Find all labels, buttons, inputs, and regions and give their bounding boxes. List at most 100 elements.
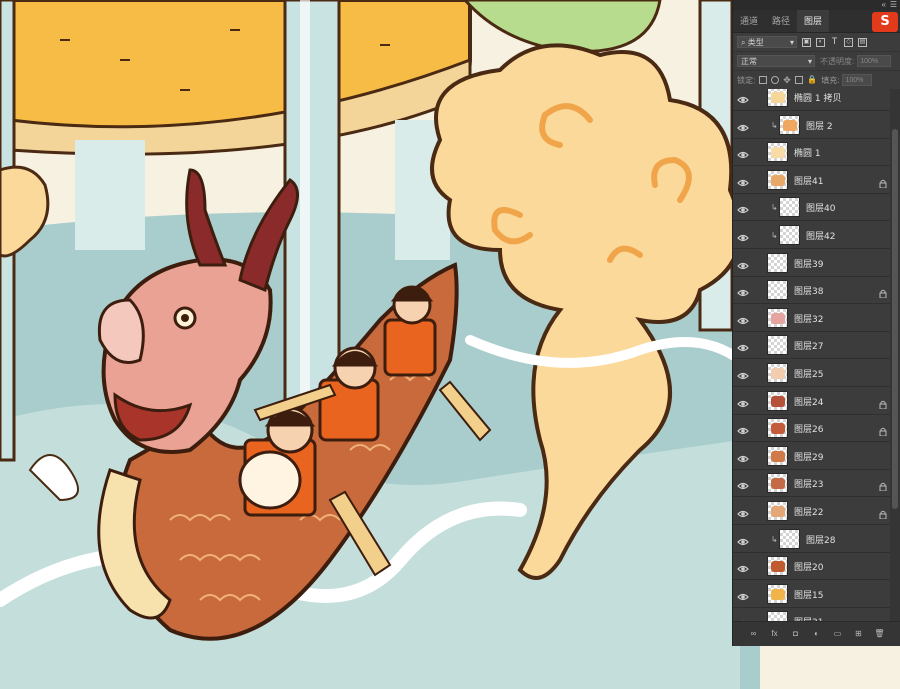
- layer-row[interactable]: 椭圆 1: [733, 139, 891, 166]
- layer-row[interactable]: 图层39: [733, 250, 891, 277]
- filter-type-select[interactable]: ⌕ 类型 ▾: [737, 36, 797, 48]
- layer-row[interactable]: ↳ 图层28: [733, 526, 891, 553]
- lock-artboard-icon[interactable]: [795, 76, 804, 84]
- visibility-eye-icon[interactable]: [737, 258, 749, 270]
- layer-thumbnail[interactable]: [767, 363, 788, 383]
- visibility-eye-icon[interactable]: [737, 534, 749, 546]
- panel-menu-icon[interactable]: ☰: [890, 0, 897, 10]
- layer-thumbnail[interactable]: [767, 308, 788, 328]
- visibility-eye-icon[interactable]: [737, 285, 749, 297]
- layer-name[interactable]: 椭圆 1: [794, 146, 821, 159]
- layer-thumbnail[interactable]: [767, 501, 788, 521]
- layer-name[interactable]: 图层42: [806, 229, 835, 242]
- visibility-eye-icon[interactable]: [737, 147, 749, 159]
- lock-transparent-icon[interactable]: [759, 76, 768, 84]
- layer-row[interactable]: 图层15: [733, 581, 891, 608]
- visibility-eye-icon[interactable]: [737, 313, 749, 325]
- visibility-eye-icon[interactable]: [737, 202, 749, 214]
- layer-name[interactable]: 图层26: [794, 422, 823, 435]
- layer-name[interactable]: 图层24: [794, 395, 823, 408]
- layer-row[interactable]: 椭圆 1 拷贝: [733, 89, 891, 111]
- lock-image-icon[interactable]: [771, 76, 780, 84]
- layer-row[interactable]: ↳ 图层40: [733, 194, 891, 221]
- layer-thumbnail[interactable]: [767, 335, 788, 355]
- layer-name[interactable]: 图层20: [794, 560, 823, 573]
- layer-name[interactable]: 图层23: [794, 477, 823, 490]
- visibility-eye-icon[interactable]: [737, 451, 749, 463]
- layer-name[interactable]: 图层41: [794, 174, 823, 187]
- layer-row[interactable]: 图层27: [733, 332, 891, 359]
- layer-thumbnail[interactable]: [767, 418, 788, 438]
- layer-thumbnail[interactable]: [767, 253, 788, 273]
- layer-name[interactable]: 图层39: [794, 257, 823, 270]
- layer-name[interactable]: 椭圆 1 拷贝: [794, 91, 841, 104]
- collapse-panel-icon[interactable]: «: [882, 0, 886, 10]
- layer-row[interactable]: 图层22: [733, 498, 891, 525]
- layer-thumbnail[interactable]: [767, 584, 788, 604]
- lock-all-icon[interactable]: 🔒: [807, 76, 817, 84]
- layer-row[interactable]: 图层32: [733, 305, 891, 332]
- layer-row[interactable]: 图层20: [733, 553, 891, 580]
- layer-name[interactable]: 图层22: [794, 505, 823, 518]
- new-layer-icon[interactable]: ⊞: [853, 628, 865, 640]
- layer-name[interactable]: 图层15: [794, 588, 823, 601]
- layer-thumbnail[interactable]: [779, 225, 800, 245]
- link-layers-icon[interactable]: ∞: [748, 628, 760, 640]
- layer-name[interactable]: 图层25: [794, 367, 823, 380]
- layer-thumbnail[interactable]: [767, 142, 788, 162]
- visibility-eye-icon[interactable]: [737, 561, 749, 573]
- layer-name[interactable]: 图层40: [806, 201, 835, 214]
- visibility-eye-icon[interactable]: [737, 120, 749, 132]
- visibility-eye-icon[interactable]: [737, 589, 749, 601]
- layer-thumbnail[interactable]: [779, 115, 800, 135]
- layer-name[interactable]: 图层28: [806, 533, 835, 546]
- shape-filter-icon[interactable]: ◇: [844, 37, 853, 47]
- layer-thumbnail[interactable]: [767, 473, 788, 493]
- visibility-eye-icon[interactable]: [737, 368, 749, 380]
- layer-name[interactable]: 图层32: [794, 312, 823, 325]
- visibility-eye-icon[interactable]: [737, 175, 749, 187]
- pixel-filter-icon[interactable]: ▣: [802, 37, 811, 47]
- tab-1[interactable]: 路径: [765, 10, 797, 32]
- visibility-eye-icon[interactable]: [737, 478, 749, 490]
- adjustment-filter-icon[interactable]: ◐: [816, 37, 825, 47]
- layer-row[interactable]: 图层23: [733, 470, 891, 497]
- visibility-eye-icon[interactable]: [737, 340, 749, 352]
- delete-layer-icon[interactable]: 🗑: [874, 628, 886, 640]
- layer-thumbnail[interactable]: [767, 446, 788, 466]
- blend-mode-select[interactable]: 正常 ▾: [737, 55, 815, 67]
- layer-thumbnail[interactable]: [767, 89, 788, 107]
- visibility-eye-icon[interactable]: [737, 230, 749, 242]
- layer-thumbnail[interactable]: [767, 611, 788, 621]
- new-group-icon[interactable]: ▭: [832, 628, 844, 640]
- lock-position-icon[interactable]: ✥: [783, 76, 791, 85]
- layer-name[interactable]: 图层27: [794, 339, 823, 352]
- smart-object-filter-icon[interactable]: ▤: [858, 37, 867, 47]
- layer-row[interactable]: 图层31: [733, 608, 891, 621]
- fx-icon[interactable]: fx: [769, 628, 781, 640]
- visibility-eye-icon[interactable]: [737, 423, 749, 435]
- layer-row[interactable]: ↳ 图层 2: [733, 112, 891, 139]
- layer-name[interactable]: 图层29: [794, 450, 823, 463]
- visibility-eye-icon[interactable]: [737, 92, 749, 104]
- layer-row[interactable]: 图层24: [733, 388, 891, 415]
- tab-0[interactable]: 通道: [733, 10, 765, 32]
- layer-thumbnail[interactable]: [767, 391, 788, 411]
- visibility-eye-icon[interactable]: [737, 396, 749, 408]
- layer-row[interactable]: 图层26: [733, 415, 891, 442]
- layer-thumbnail[interactable]: [779, 197, 800, 217]
- layer-row[interactable]: ↳ 图层42: [733, 222, 891, 249]
- tab-2[interactable]: 图层: [797, 10, 830, 32]
- layer-row[interactable]: 图层25: [733, 360, 891, 387]
- add-mask-icon[interactable]: ◘: [790, 628, 802, 640]
- layer-thumbnail[interactable]: [767, 170, 788, 190]
- layer-thumbnail[interactable]: [767, 556, 788, 576]
- fill-input[interactable]: 100%: [842, 74, 873, 86]
- layers-scrollbar[interactable]: [890, 89, 900, 621]
- layer-thumbnail[interactable]: [779, 529, 800, 549]
- type-filter-icon[interactable]: T: [830, 36, 839, 47]
- opacity-input[interactable]: 100%: [857, 55, 892, 67]
- layer-thumbnail[interactable]: [767, 280, 788, 300]
- layer-row[interactable]: 图层29: [733, 443, 891, 470]
- scrollbar-thumb[interactable]: [892, 129, 898, 509]
